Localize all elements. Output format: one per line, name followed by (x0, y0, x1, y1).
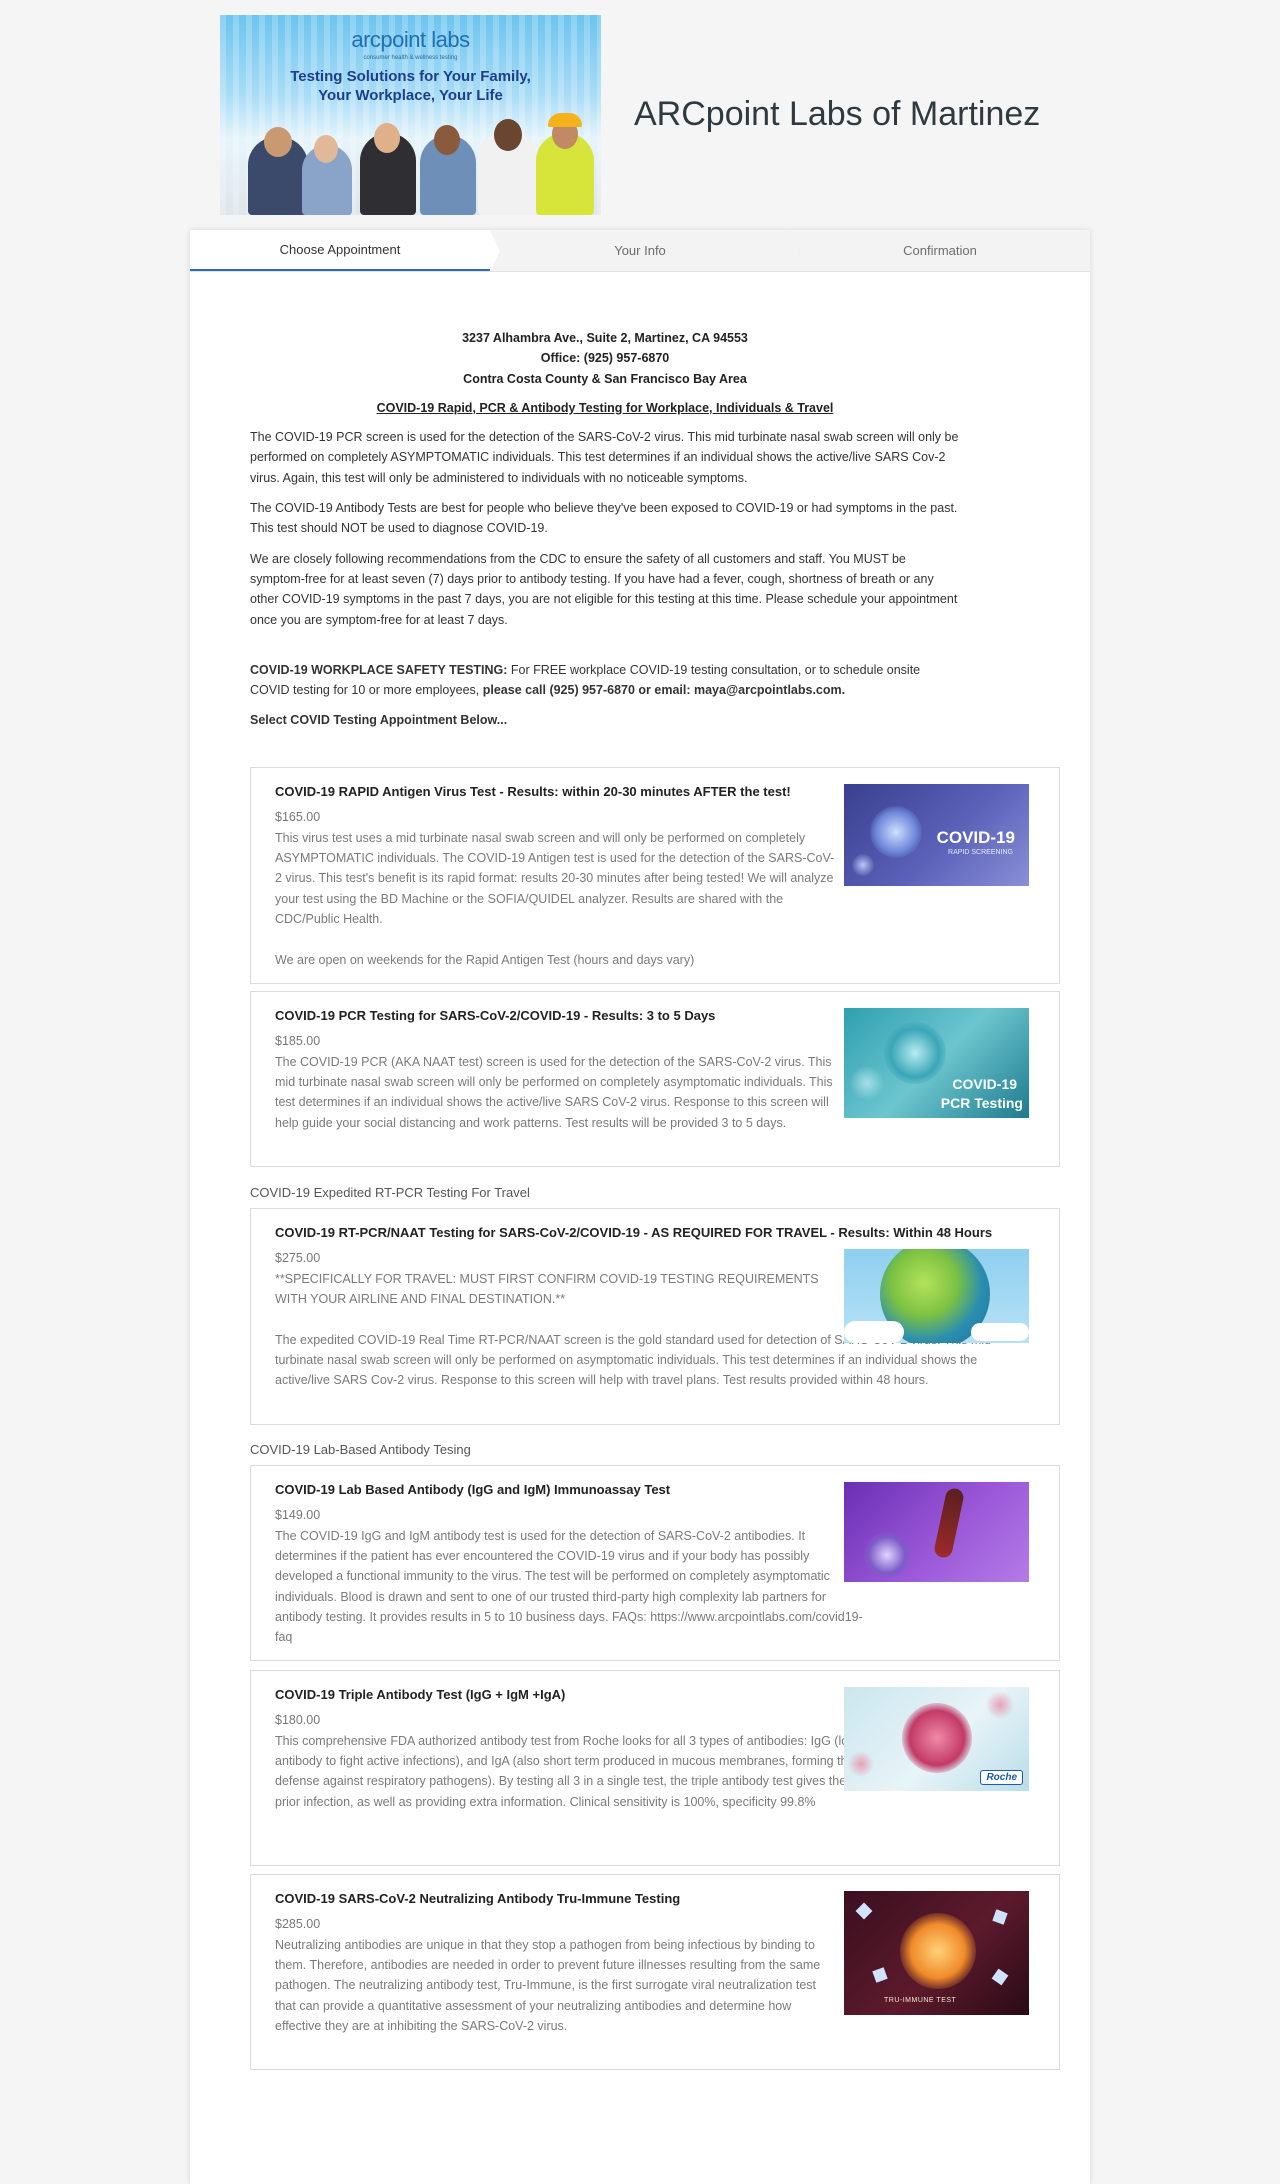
thumb-sublabel: PCR Testing (940, 1095, 1023, 1111)
thumb-label: COVID-19 (952, 1076, 1017, 1092)
step-your-info[interactable]: Your Info (490, 230, 800, 272)
service-note: We are open on weekends for the Rapid An… (275, 953, 695, 967)
booking-card: Choose Appointment Your Info Confirmatio… (190, 230, 1090, 2184)
brand-subtitle: consumer health & wellness testing (363, 55, 458, 61)
service-title[interactable]: COVID-19 Lab Based Antibody (IgG and IgM… (275, 1482, 670, 1497)
service-price: $185.00 (275, 1034, 321, 1048)
banner-tagline-1: Testing Solutions for Your Family, (290, 68, 531, 85)
page-header: arcpoint labs consumer health & wellness… (0, 0, 1280, 230)
neutralizing-antibody-thumbnail: TRU-IMMUNE TEST (844, 1891, 1029, 2015)
service-description: Neutralizing antibodies are unique in th… (275, 1938, 821, 2033)
workplace-contact[interactable]: please call (925) 957-6870 or email: may… (483, 683, 845, 697)
banner-image: arcpoint labs consumer health & wellness… (220, 15, 601, 215)
intro-pcr-paragraph: The COVID-19 PCR screen is used for the … (250, 430, 959, 485)
thumb-label: COVID-19 (936, 828, 1015, 847)
service-rapid-antigen[interactable]: COVID-19 RAPID Antigen Virus Test - Resu… (250, 767, 1060, 984)
rapid-antigen-thumbnail: COVID-19 RAPID SCREENING (844, 784, 1029, 886)
service-notice: **SPECIFICALLY FOR TRAVEL: MUST FIRST CO… (275, 1272, 819, 1307)
service-price: $149.00 (275, 1508, 321, 1522)
roche-logo: Roche (980, 1770, 1023, 1785)
service-title[interactable]: COVID-19 RAPID Antigen Virus Test - Resu… (275, 784, 791, 799)
service-lab-antibody[interactable]: COVID-19 Lab Based Antibody (IgG and IgM… (250, 1465, 1060, 1661)
banner-tagline-2: Your Workplace, Your Life (318, 87, 503, 104)
service-price: $180.00 (275, 1713, 321, 1727)
business-info: 3237 Alhambra Ave., Suite 2, Martinez, C… (250, 328, 960, 741)
service-triple-antibody[interactable]: COVID-19 Triple Antibody Test (IgG + IgM… (250, 1670, 1060, 1866)
brand-logo: arcpoint labs (351, 27, 470, 52)
service-title[interactable]: COVID-19 SARS-CoV-2 Neutralizing Antibod… (275, 1891, 680, 1906)
workplace-paragraph: COVID-19 WORKPLACE SAFETY TESTING: For F… (250, 660, 960, 701)
service-description: This virus test uses a mid turbinate nas… (275, 831, 835, 926)
lab-antibody-thumbnail (844, 1482, 1029, 1582)
service-pcr[interactable]: COVID-19 PCR Testing for SARS-CoV-2/COVI… (250, 991, 1060, 1167)
intro-antibody-paragraph: The COVID-19 Antibody Tests are best for… (250, 501, 958, 536)
service-area: Contra Costa County & San Francisco Bay … (463, 371, 747, 386)
service-travel-rt-pcr[interactable]: COVID-19 RT-PCR/NAAT Testing for SARS-Co… (250, 1208, 1060, 1425)
section-travel-heading: COVID-19 Expedited RT-PCR Testing For Tr… (250, 1185, 530, 1200)
intro-headline: COVID-19 Rapid, PCR & Antibody Testing f… (376, 400, 834, 415)
pcr-thumbnail: COVID-19 PCR Testing (844, 1008, 1029, 1118)
thumb-label: TRU-IMMUNE TEST (884, 1997, 957, 2004)
address: 3237 Alhambra Ave., Suite 2, Martinez, C… (462, 331, 748, 345)
office-phone: Office: (925) 957-6870 (540, 351, 670, 366)
service-description: The COVID-19 PCR (AKA NAAT test) screen … (275, 1055, 833, 1130)
service-title[interactable]: COVID-19 RT-PCR/NAAT Testing for SARS-Co… (275, 1225, 992, 1240)
site-title: ARCpoint Labs of Martinez (634, 95, 1041, 133)
service-neutralizing-antibody[interactable]: COVID-19 SARS-CoV-2 Neutralizing Antibod… (250, 1874, 1060, 2070)
step-choose-appointment[interactable]: Choose Appointment (190, 230, 500, 272)
service-price: $165.00 (275, 810, 321, 824)
service-price: $285.00 (275, 1917, 321, 1931)
travel-globe-thumbnail (844, 1249, 1029, 1343)
thumb-sublabel: RAPID SCREENING (948, 849, 1013, 856)
intro-safety-paragraph: We are closely following recommendations… (250, 551, 958, 627)
step-confirmation[interactable]: Confirmation (790, 230, 1090, 272)
step-tabs: Choose Appointment Your Info Confirmatio… (190, 230, 1090, 272)
select-prompt: Select COVID Testing Appointment Below..… (250, 713, 508, 728)
service-description: The COVID-19 IgG and IgM antibody test i… (275, 1529, 863, 1645)
workplace-label: COVID-19 WORKPLACE SAFETY TESTING: (250, 662, 508, 677)
service-price: $275.00 (275, 1251, 321, 1265)
service-title[interactable]: COVID-19 Triple Antibody Test (IgG + IgM… (275, 1687, 565, 1702)
service-title[interactable]: COVID-19 PCR Testing for SARS-CoV-2/COVI… (275, 1008, 715, 1023)
triple-antibody-thumbnail: Roche (844, 1687, 1029, 1791)
section-antibody-heading: COVID-19 Lab-Based Antibody Tesing (250, 1442, 471, 1457)
